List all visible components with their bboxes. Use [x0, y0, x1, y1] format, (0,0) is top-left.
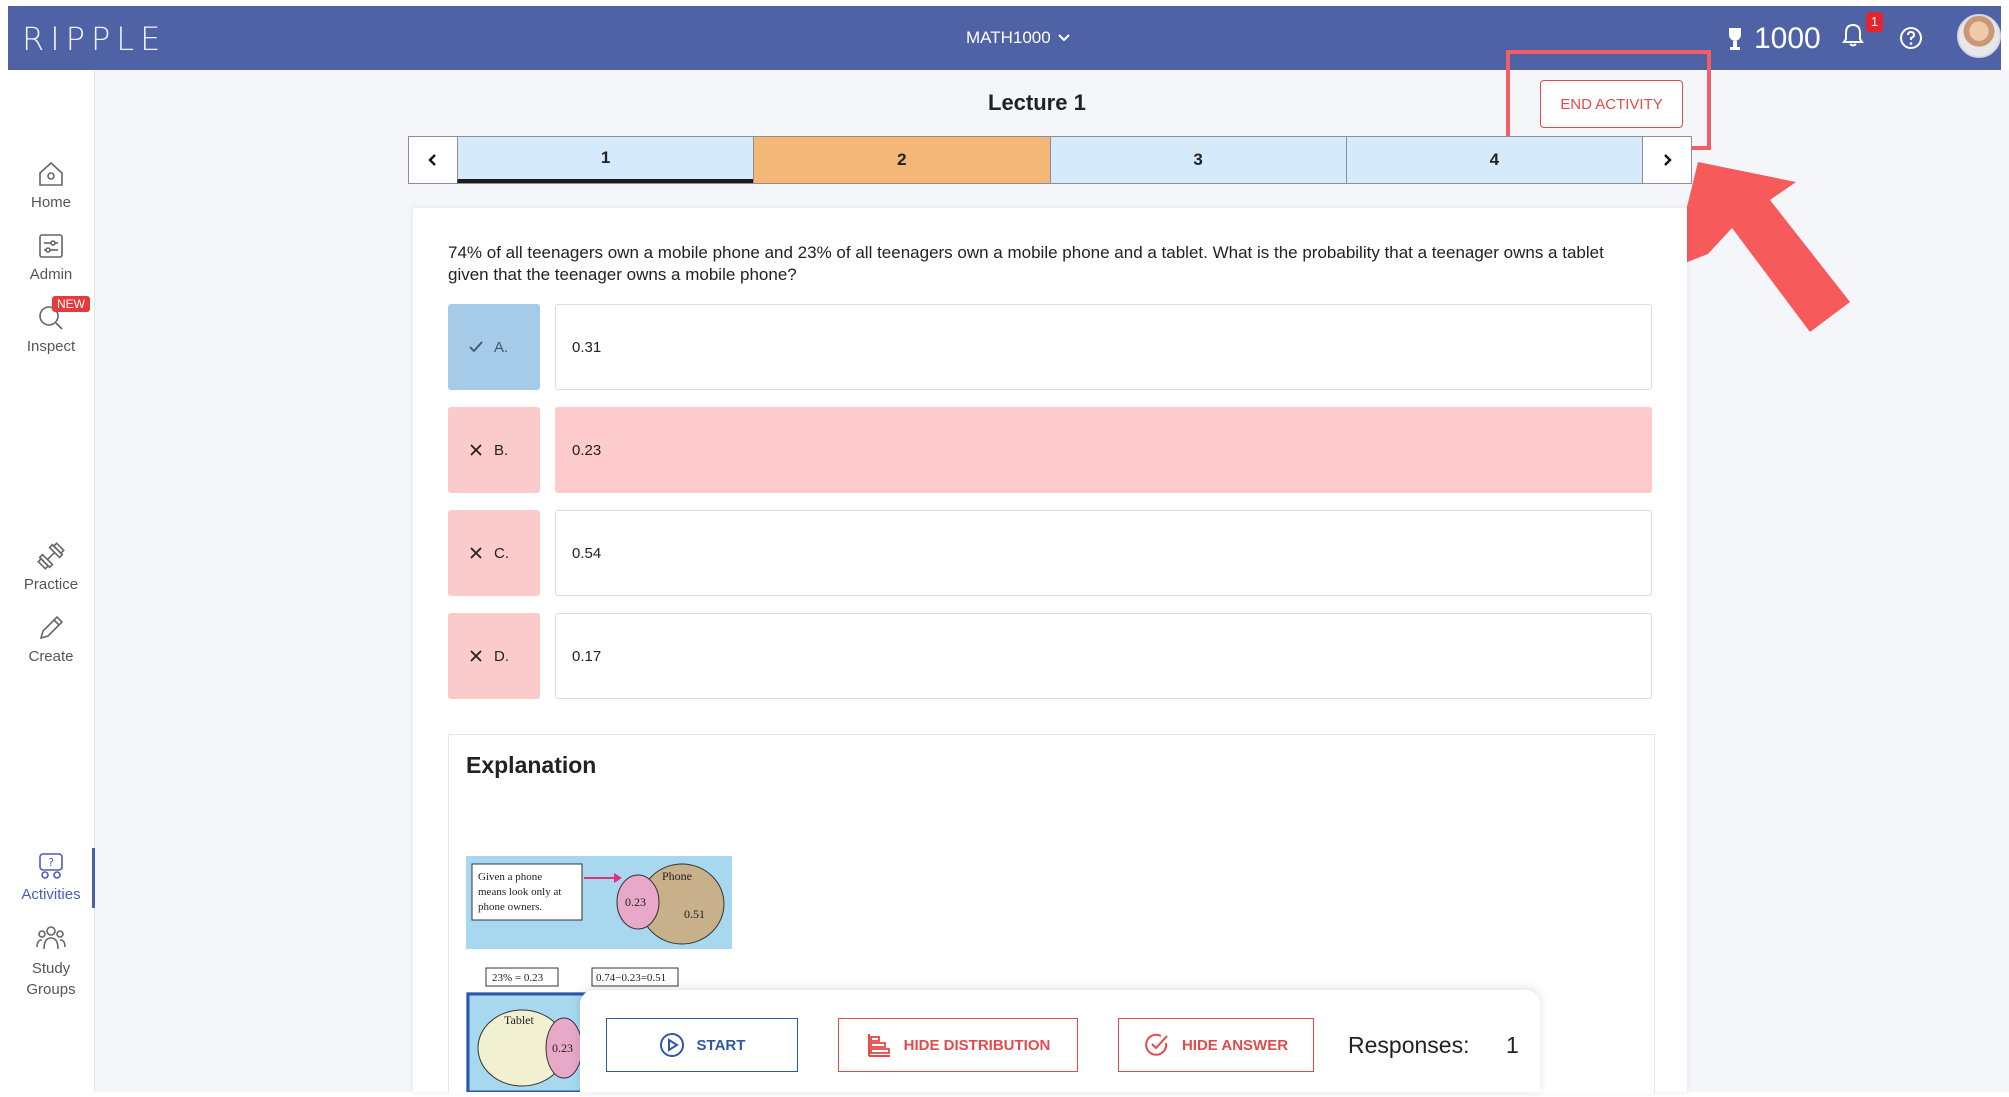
ripple-logo[interactable]: RIPPLE: [22, 20, 166, 58]
course-selector[interactable]: MATH1000: [966, 28, 1071, 48]
next-question-button[interactable]: [1642, 137, 1691, 183]
points-value: 1000: [1754, 22, 1821, 55]
trophy-icon: [1729, 28, 1741, 50]
sidebar-item-admin[interactable]: Admin: [8, 230, 94, 283]
home-icon: [39, 161, 63, 186]
sidebar-label-groups: Groups: [26, 981, 76, 998]
sidebar-label-practice: Practice: [23, 576, 79, 593]
option-d-marker[interactable]: D.: [448, 613, 540, 699]
fig2-label: Tablet: [504, 1013, 534, 1027]
option-b-answer[interactable]: 0.23: [555, 407, 1652, 493]
notification-badge: 1: [1866, 12, 1883, 32]
points-display: 1000: [1726, 22, 1821, 56]
sidebar-label-create: Create: [28, 648, 74, 665]
close-icon: [470, 547, 482, 559]
start-label: START: [696, 1036, 746, 1054]
sidebar-item-home[interactable]: Home: [8, 158, 94, 211]
close-icon: [470, 444, 482, 456]
start-button[interactable]: START: [606, 1018, 798, 1072]
question-tab-4[interactable]: 4: [1345, 137, 1642, 183]
sidebar-item-study-groups[interactable]: Study Groups: [8, 922, 94, 1000]
sidebar-label-activities: Activities: [21, 886, 81, 903]
sidebar-item-practice[interactable]: Practice: [8, 540, 94, 593]
question-tabs: 1 2 3 4: [408, 136, 1692, 184]
svg-text:?: ?: [48, 856, 54, 869]
question-tab-1[interactable]: 1: [457, 137, 754, 183]
question-text: 74% of all teenagers own a mobile phone …: [448, 243, 1604, 284]
question-tab-3[interactable]: 3: [1049, 137, 1346, 183]
close-icon: [470, 650, 482, 662]
hide-answer-label: HIDE ANSWER: [1181, 1036, 1289, 1054]
new-badge: NEW: [52, 296, 90, 312]
responses-count: 1: [1506, 1032, 1519, 1058]
prev-question-button[interactable]: [409, 137, 457, 183]
option-c-answer[interactable]: 0.54: [555, 510, 1652, 596]
hide-distribution-button[interactable]: HIDE DISTRIBUTION: [838, 1018, 1078, 1072]
help-icon[interactable]: [1899, 26, 1923, 50]
hide-answer-button[interactable]: HIDE ANSWER: [1118, 1018, 1314, 1072]
chevron-down-icon: [1058, 34, 1070, 42]
play-icon: [659, 1033, 684, 1057]
responses-label: Responses:: [1348, 1032, 1470, 1058]
fig2-box2: 0.74−0.23=0.51: [596, 972, 666, 984]
fig2-inner-value: 0.23: [552, 1041, 573, 1055]
option-b-marker[interactable]: B.: [448, 407, 540, 493]
option-c-letter: C.: [494, 544, 509, 562]
course-name: MATH1000: [966, 28, 1051, 47]
annotation-arrow-icon: [1672, 162, 1850, 332]
fig1-circle-label: Phone: [662, 869, 692, 883]
pencil-icon: [39, 615, 64, 640]
sidebar-label-inspect: Inspect: [26, 338, 76, 355]
sidebar-label-home: Home: [30, 194, 71, 211]
study-groups-icon: [36, 926, 66, 950]
check-circle-icon: [1145, 1033, 1168, 1056]
question-tab-2[interactable]: 2: [753, 137, 1050, 183]
fig1-note-line2: means look only at: [478, 886, 561, 898]
fig1-note-line3: phone owners.: [478, 901, 542, 913]
annotation-highlight-box: [1506, 50, 1711, 150]
option-a-answer[interactable]: 0.31: [555, 304, 1652, 390]
explanation-title: Explanation: [466, 752, 597, 778]
dumbbell-icon: [37, 542, 65, 570]
fig1-inner-value: 0.23: [625, 895, 646, 909]
sidebar-item-activities[interactable]: ? Activities: [8, 850, 94, 903]
user-avatar[interactable]: [1957, 14, 2001, 58]
sidebar-item-create[interactable]: Create: [8, 612, 94, 665]
page-title: Lecture 1: [988, 90, 1086, 115]
sidebar-label-study: Study: [31, 960, 71, 977]
check-icon: [469, 341, 483, 353]
fig2-box1: 23% = 0.23: [492, 972, 544, 984]
option-d-letter: D.: [494, 647, 509, 665]
fig1-note-line1: Given a phone: [478, 871, 542, 883]
sidebar-label-admin: Admin: [29, 266, 73, 283]
option-c-marker[interactable]: C.: [448, 510, 540, 596]
explanation-figure-phone: Given a phone means look only at phone o…: [466, 856, 732, 949]
admin-icon: [39, 234, 63, 258]
option-b-letter: B.: [494, 441, 509, 459]
distribution-chart-icon: [867, 1034, 890, 1057]
fig1-outer-value: 0.51: [684, 907, 705, 921]
hide-distribution-label: HIDE DISTRIBUTION: [903, 1036, 1051, 1054]
venn-diagram-phone: Given a phone means look only at phone o…: [471, 863, 725, 945]
option-d-answer[interactable]: 0.17: [555, 613, 1652, 699]
chevron-left-icon: [428, 154, 436, 166]
option-a-letter: A.: [494, 338, 509, 356]
activities-icon: ?: [39, 853, 63, 879]
bell-icon[interactable]: [1841, 22, 1865, 48]
chevron-right-icon: [1664, 154, 1672, 166]
option-a-marker[interactable]: A.: [448, 304, 540, 390]
